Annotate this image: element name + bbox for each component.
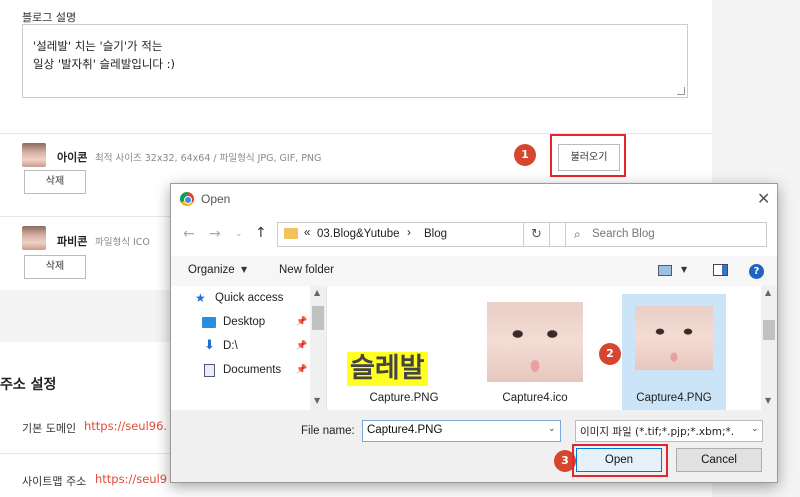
icon-row-hint: 최적 사이즈 32x32, 64x64 / 파일형식 JPG, GIF, PNG: [95, 153, 322, 164]
file-name-capture4-ico[interactable]: Capture4.ico: [479, 392, 591, 404]
dialog-titlebar: Open ✕: [171, 184, 777, 214]
nav-item-d-drive[interactable]: D:\: [223, 340, 238, 352]
icon-row-title: 아이콘: [57, 151, 88, 164]
file-name-input[interactable]: Capture4.PNG: [362, 420, 561, 442]
path-segment-2[interactable]: Blog: [424, 228, 447, 240]
organize-menu[interactable]: Organize: [188, 264, 235, 276]
highlight-load-button: [550, 134, 626, 177]
favicon-delete-button[interactable]: 삭제: [24, 255, 86, 279]
scroll-up-icon[interactable]: ▲: [765, 288, 771, 297]
pin-icon[interactable]: 📌: [296, 317, 307, 327]
preview-pane-icon[interactable]: [713, 264, 728, 276]
nav-item-desktop[interactable]: Desktop: [223, 316, 265, 328]
file-name-label: File name:: [301, 425, 355, 437]
file-thumbnail-capture[interactable]: 슬레발: [347, 352, 428, 386]
icon-thumbnail: [22, 143, 46, 167]
path-prefix: «: [304, 227, 311, 239]
file-name-capture4-png[interactable]: Capture4.PNG: [622, 392, 726, 404]
close-icon[interactable]: ✕: [757, 189, 770, 208]
description-line-1: '설레발' 치는 '슬기'가 적는: [33, 39, 163, 53]
nav-item-quick-access[interactable]: Quick access: [215, 292, 283, 304]
sitemap-label: 사이트맵 주소: [22, 475, 87, 488]
scroll-down-icon[interactable]: ▼: [765, 396, 771, 405]
highlight-open-button: [572, 444, 668, 477]
file-name-dropdown-icon[interactable]: ⌄: [548, 424, 556, 434]
view-dropdown-icon[interactable]: ▼: [681, 265, 687, 274]
scroll-up-icon[interactable]: ▲: [314, 288, 320, 297]
scroll-down-icon[interactable]: ▼: [314, 396, 320, 405]
cancel-button[interactable]: Cancel: [676, 448, 762, 472]
navigation-pane: ★ Quick access Desktop 📌 ⬇ D:\ 📌 Documen…: [171, 286, 327, 410]
open-file-dialog: Open ✕ ← → ⌄ ↑ « 03.Blog&Yutube › Blog ⌄…: [170, 183, 778, 483]
file-list-scroll-thumb[interactable]: [763, 320, 775, 340]
up-arrow-icon[interactable]: ↑: [255, 225, 267, 241]
back-arrow-icon[interactable]: ←: [183, 226, 195, 242]
default-domain-url[interactable]: https://seul96.: [84, 419, 167, 433]
icon-delete-button[interactable]: 삭제: [24, 170, 86, 194]
search-icon: ⌕: [574, 227, 581, 241]
refresh-icon[interactable]: ↻: [523, 222, 550, 247]
sitemap-url[interactable]: https://seul9: [95, 472, 167, 486]
recent-chevron-icon[interactable]: ⌄: [235, 229, 243, 239]
file-thumbnail-capture4-ico[interactable]: [487, 302, 583, 382]
view-mode-icon[interactable]: [658, 265, 672, 276]
help-icon[interactable]: ?: [749, 264, 764, 279]
favicon-row-title: 파비콘: [57, 235, 88, 248]
file-name-capture[interactable]: Capture.PNG: [329, 392, 479, 404]
new-folder-button[interactable]: New folder: [279, 264, 334, 276]
dialog-toolbar: Organize ▼ New folder ▼: [171, 256, 777, 286]
path-separator-icon: ›: [407, 227, 411, 239]
step-1-badge: 1: [514, 144, 536, 166]
favicon-row-hint: 파일형식 ICO: [95, 237, 150, 248]
nav-scrollbar[interactable]: ▲ ▼: [310, 286, 326, 410]
resize-grip-icon[interactable]: [677, 87, 685, 95]
file-thumbnail-capture4-png[interactable]: [635, 306, 713, 370]
organize-dropdown-icon[interactable]: ▼: [241, 265, 247, 274]
search-input[interactable]: ⌕ Search Blog: [565, 222, 767, 247]
folder-icon: [284, 228, 298, 239]
file-type-select[interactable]: 이미지 파일 (*.tif;*.pjp;*.xbm;*.: [575, 420, 763, 442]
description-line-2: 일상 '발자취' 슬레발입니다 :): [33, 57, 176, 71]
search-placeholder: Search Blog: [592, 228, 655, 240]
file-type-value: 이미지 파일 (*.tif;*.pjp;*.xbm;*.: [580, 426, 735, 438]
download-icon: ⬇: [204, 338, 215, 353]
default-domain-label: 기본 도메인: [22, 422, 77, 435]
path-segment-1[interactable]: 03.Blog&Yutube: [317, 228, 400, 240]
chrome-icon: [180, 192, 194, 206]
file-list-scrollbar[interactable]: ▲ ▼: [761, 286, 777, 410]
desktop-icon: [202, 317, 216, 328]
blog-description-textarea[interactable]: '설레발' 치는 '슬기'가 적는 일상 '발자취' 슬레발입니다 :): [22, 24, 688, 98]
nav-scroll-thumb[interactable]: [312, 306, 324, 330]
nav-item-documents[interactable]: Documents: [223, 364, 281, 376]
pin-icon[interactable]: 📌: [296, 341, 307, 351]
forward-arrow-icon[interactable]: →: [209, 226, 221, 242]
step-2-badge: 2: [599, 343, 621, 365]
address-section-title: 주소 설정: [0, 377, 57, 393]
favicon-thumbnail: [22, 226, 46, 250]
blog-description-label: 블로그 설명: [22, 11, 77, 24]
star-icon: ★: [195, 291, 206, 305]
file-list: 슬레발 Capture.PNG Capture4.ico Capture4.PN…: [329, 286, 761, 410]
file-type-dropdown-icon[interactable]: ⌄: [749, 424, 759, 434]
documents-icon: [204, 364, 215, 377]
pin-icon[interactable]: 📌: [296, 365, 307, 375]
dialog-title: Open: [201, 192, 231, 206]
